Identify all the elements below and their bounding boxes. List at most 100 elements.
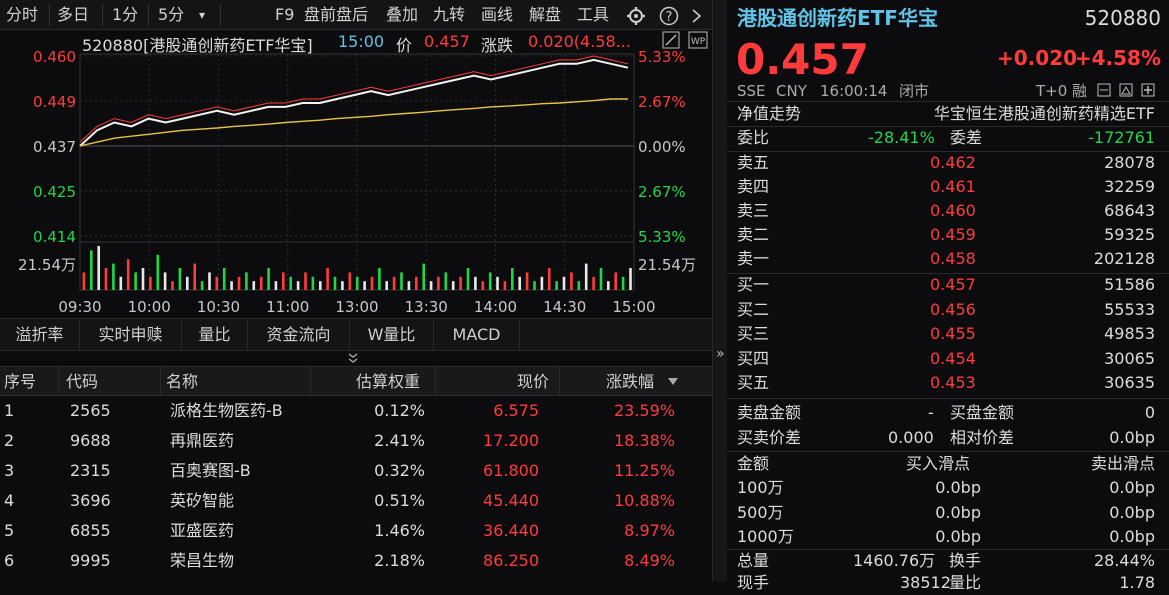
- col-change[interactable]: 涨跌幅: [606, 367, 654, 396]
- bid-level-volume: 30635: [1104, 373, 1155, 393]
- volume-bar: [230, 281, 233, 290]
- volume-bar: [511, 268, 514, 290]
- sort-down-icon[interactable]: [668, 378, 678, 386]
- volume-bar: [621, 276, 625, 290]
- bid-level-price[interactable]: 0.455: [930, 322, 976, 346]
- chart-toolbar: 分时 多日 1分 5分 ▾ F9 盘前盘后 叠加 九转 画线 解盘 工具 ?: [0, 0, 712, 30]
- expand-toggle-icon[interactable]: »: [716, 346, 725, 362]
- pct-tick-label: 5.33%: [638, 48, 686, 66]
- period-dropdown-icon[interactable]: ▾: [199, 3, 205, 27]
- row-change: 10.88%: [613, 491, 675, 510]
- row-change: 8.49%: [624, 551, 675, 570]
- col-name[interactable]: 名称: [166, 367, 198, 396]
- volume-bar: [400, 272, 403, 290]
- volume-bar: [274, 281, 278, 290]
- pct-tick-label: 5.33%: [638, 228, 686, 246]
- volume-bar: [134, 272, 137, 290]
- gear-icon[interactable]: [626, 6, 646, 26]
- bid-level-price[interactable]: 0.454: [930, 347, 976, 371]
- intraday-chart[interactable]: 0.460 5.33% 0.449 2.67% 0.437 0.00% 0.425 2.67%…: [0, 44, 712, 318]
- col-weight[interactable]: 估算权重: [356, 367, 420, 396]
- ask-level-label: 卖五: [737, 153, 770, 172]
- volume-axis-label: 21.54万: [18, 256, 76, 274]
- f9-button[interactable]: F9: [275, 3, 294, 27]
- volume-bar: [392, 276, 396, 290]
- slip-amount: 100万: [737, 478, 784, 497]
- row-weight: 2.41%: [374, 431, 425, 450]
- ask-level-price[interactable]: 0.461: [930, 175, 976, 199]
- table-row[interactable]: 6 9995 荣昌生物 2.18% 86.250 8.49%: [0, 546, 712, 576]
- tab-w-volume-ratio[interactable]: W量比: [350, 319, 434, 351]
- bid-level-price[interactable]: 0.456: [930, 298, 976, 322]
- tab-5min[interactable]: 5分: [158, 3, 184, 27]
- relative-spread-value: 0.0bp: [1109, 428, 1155, 447]
- bid-level-price[interactable]: 0.457: [930, 273, 976, 297]
- row-name: 亚盛医药: [170, 521, 235, 540]
- price-tick-label: 0.414: [33, 228, 76, 246]
- current-volume-label: 现手: [737, 573, 770, 592]
- table-row[interactable]: 4 3696 英矽智能 0.51% 45.440 10.88%: [0, 486, 712, 516]
- tools-button[interactable]: 工具: [577, 3, 609, 27]
- panel-divider[interactable]: »: [712, 0, 727, 581]
- volume-bar: [82, 272, 86, 290]
- volume-bar: [289, 276, 292, 290]
- tab-1min[interactable]: 1分: [112, 3, 138, 27]
- bid-level-price[interactable]: 0.453: [930, 371, 976, 395]
- ask-level-price[interactable]: 0.462: [930, 151, 976, 175]
- tab-intraday[interactable]: 分时: [6, 3, 38, 27]
- table-row[interactable]: 5 6855 亚盛医药 1.46% 36.440 8.97%: [0, 516, 712, 546]
- table-row[interactable]: 1 2565 派格生物医药-B 0.12% 6.575 23.59%: [0, 396, 712, 426]
- quote-title: 港股通创新药ETF华宝: [737, 6, 938, 30]
- overlay-button[interactable]: 叠加: [386, 3, 418, 27]
- time-tick-label: 13:00: [335, 298, 378, 316]
- row-code: 9995: [70, 551, 111, 570]
- volume-bar: [355, 276, 359, 290]
- tab-macd[interactable]: MACD: [434, 319, 520, 351]
- volume-bar: [326, 268, 329, 290]
- home-icon[interactable]: [1119, 83, 1133, 97]
- margin-icon[interactable]: [1097, 83, 1111, 97]
- table-row[interactable]: 2 9688 再鼎医药 2.41% 17.200 18.38%: [0, 426, 712, 456]
- weicha-label: 委差: [950, 128, 983, 147]
- draw-line-button[interactable]: 画线: [481, 3, 513, 27]
- tab-premium-rate[interactable]: 溢折率: [0, 319, 80, 351]
- volume-bar: [252, 281, 256, 290]
- volume-bar: [141, 268, 145, 290]
- ask-level-price[interactable]: 0.460: [930, 199, 976, 223]
- ask-level-price[interactable]: 0.459: [930, 223, 976, 247]
- nav-trend-link[interactable]: 净值走势: [737, 102, 801, 126]
- help-icon[interactable]: ?: [659, 6, 679, 26]
- nine-turn-button[interactable]: 九转: [433, 3, 465, 27]
- tab-capital-flow[interactable]: 资金流向: [248, 319, 350, 351]
- volume-bar: [437, 276, 440, 290]
- volume-bar: [193, 263, 196, 290]
- pre-post-market-button[interactable]: 盘前盘后: [304, 3, 368, 27]
- volume-bar: [547, 268, 551, 290]
- tab-volume-ratio[interactable]: 量比: [182, 319, 248, 351]
- time-tick-label: 13:30: [405, 298, 448, 316]
- row-name: 再鼎医药: [170, 431, 235, 450]
- chevron-right-icon[interactable]: [690, 8, 704, 24]
- tab-multiday[interactable]: 多日: [57, 3, 89, 27]
- add-icon[interactable]: [1141, 83, 1155, 97]
- col-price[interactable]: 现价: [517, 367, 549, 396]
- col-code[interactable]: 代码: [66, 367, 98, 396]
- bid-level-volume: 30065: [1104, 348, 1155, 368]
- analysis-button[interactable]: 解盘: [529, 3, 561, 27]
- col-index[interactable]: 序号: [4, 367, 36, 396]
- row-code: 2565: [70, 401, 111, 420]
- double-chevron-down-icon[interactable]: [347, 352, 359, 364]
- buy-amount-label: 买盘金额: [950, 403, 1015, 422]
- volume-bar: [466, 268, 470, 290]
- volume-bar: [533, 281, 536, 290]
- exchange: SSE: [737, 82, 766, 100]
- row-price: 61.800: [483, 461, 539, 480]
- tab-realtime-subscription[interactable]: 实时申赎: [80, 319, 182, 351]
- row-index: 3: [4, 461, 15, 480]
- volume-bar: [422, 263, 425, 290]
- volume-bar: [518, 276, 521, 290]
- time-tick-label: 14:30: [543, 298, 586, 316]
- table-row[interactable]: 3 2315 百奥赛图-B 0.32% 61.800 11.25%: [0, 456, 712, 486]
- ask-level-price[interactable]: 0.458: [930, 247, 976, 271]
- row-code: 9688: [70, 431, 111, 450]
